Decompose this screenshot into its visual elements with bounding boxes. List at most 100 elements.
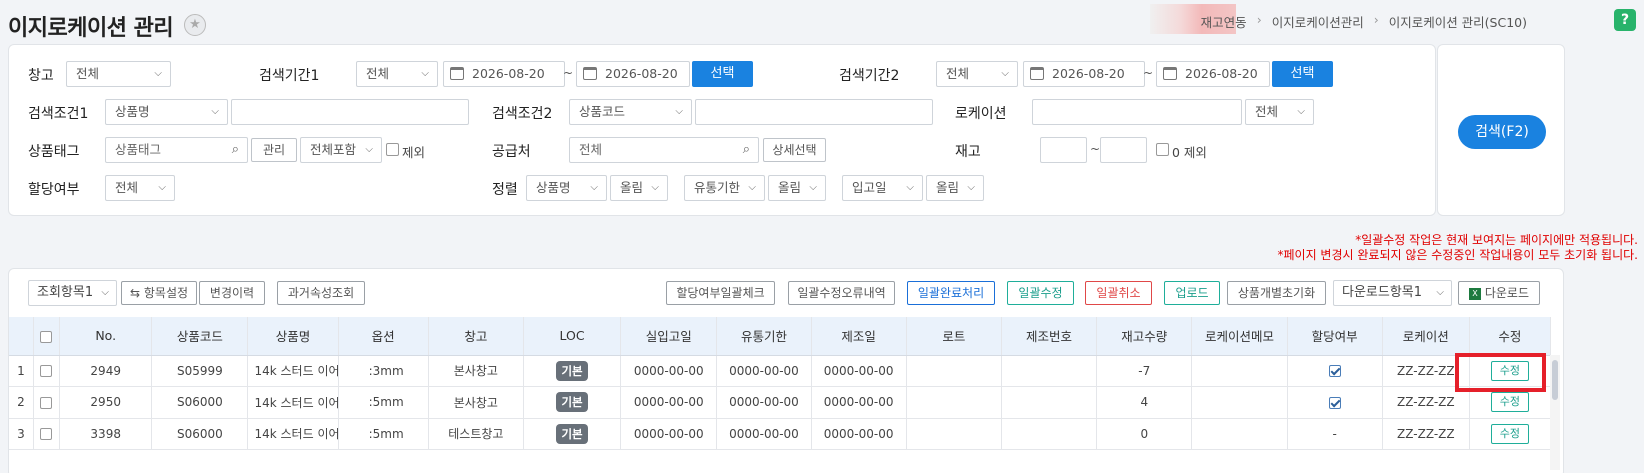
column-header[interactable]: 수정 [1469, 317, 1552, 356]
table-row[interactable]: 1 2949S0599914k 스터드 이어링:3mm본사창고 기본 0000-00-… [9, 355, 1552, 387]
chevron-down-icon: ⌵ [906, 182, 914, 193]
location-input[interactable] [1032, 99, 1242, 125]
bulk-cancel-button[interactable]: 일괄취소 [1085, 281, 1152, 305]
tag-input[interactable]: 상품태그 ⌕ [105, 137, 248, 163]
row-checkbox[interactable] [40, 396, 53, 409]
row-checkbox[interactable] [40, 365, 53, 378]
view-items-select[interactable]: 조회항목1 ⌵ [28, 280, 117, 306]
warehouse-label: 창고 [28, 68, 54, 84]
grid-scrollbar-thumb[interactable] [1552, 360, 1558, 400]
column-header[interactable]: 로케이션메모 [1191, 317, 1288, 356]
calendar-icon [583, 67, 597, 80]
location-label: 로케이션 [955, 106, 1007, 122]
breadcrumb-item[interactable]: 재고연동 [1201, 12, 1247, 31]
column-header[interactable]: LOC [523, 317, 622, 356]
bulk-edit-button[interactable]: 일괄수정 [1007, 281, 1074, 305]
edit-button[interactable]: 수정 [1490, 392, 1530, 413]
period1-from-date[interactable]: 2026-08-20 [443, 61, 565, 87]
table-header-row: No. 상품코드 상품명 옵션 창고 LOC 실입고일 유통기한 제조일 로트 … [9, 317, 1552, 356]
column-header[interactable]: 유통기한 [716, 317, 812, 356]
cell-mfg-date: 0000-00-00 [811, 386, 907, 419]
loc-badge: 기본 [556, 360, 588, 381]
sort3-field-select[interactable]: 입고일 ⌵ [842, 175, 923, 201]
period2-to-date[interactable]: 2026-08-20 [1156, 61, 1270, 87]
period1-type-select[interactable]: 전체 ⌵ [356, 61, 438, 87]
sort1-field-select[interactable]: 상품명 ⌵ [526, 175, 607, 201]
column-header[interactable]: 상품코드 [151, 317, 249, 356]
search-icon[interactable]: ⌕ [232, 138, 239, 162]
table-row[interactable]: 2 2950S0600014k 스터드 이어링:5mm본사창고 기본 0000-00-… [9, 386, 1552, 419]
bulk-error-button[interactable]: 일괄수정오류내역 [788, 281, 895, 305]
cond1-select[interactable]: 상품명 ⌵ [105, 99, 228, 125]
row-checkbox[interactable] [40, 428, 53, 441]
cond2-select[interactable]: 상품코드 ⌵ [569, 99, 692, 125]
download-items-select[interactable]: 다운로드항목1 ⌵ [1333, 280, 1452, 306]
column-header[interactable]: 상품명 [247, 317, 339, 356]
cell-no: 3398 [59, 418, 153, 450]
cell-alloc: - [1287, 418, 1383, 450]
stock-min-input[interactable] [1040, 137, 1087, 163]
cell-alloc [1287, 355, 1383, 387]
column-header[interactable]: 제조번호 [1001, 317, 1098, 356]
cond2-input[interactable] [695, 99, 933, 125]
search-button[interactable]: 검색(F2) [1458, 115, 1546, 149]
alloc-select[interactable]: 전체 ⌵ [105, 175, 175, 201]
column-header[interactable]: 창고 [428, 317, 524, 356]
search-icon[interactable]: ⌕ [743, 138, 750, 162]
column-header[interactable]: 실입고일 [620, 317, 718, 356]
cond1-input[interactable] [231, 99, 469, 125]
column-header[interactable]: No. [59, 317, 153, 356]
column-header[interactable]: 제조일 [811, 317, 907, 356]
column-header[interactable]: 로케이션 [1382, 317, 1470, 356]
sort1-dir-select[interactable]: 올림 ⌵ [610, 175, 668, 201]
breadcrumb-item[interactable]: 이지로케이션관리 [1272, 12, 1364, 31]
cell-lot [906, 386, 1002, 419]
change-history-button[interactable]: 변경이력 [199, 281, 265, 305]
edit-button[interactable]: 수정 [1490, 423, 1530, 444]
table-row[interactable]: 3 3398S0600014k 스터드 이어링:5mm테스트창고 기본 0000-00… [9, 418, 1552, 450]
sort2-field-select[interactable]: 유통기한 ⌵ [684, 175, 765, 201]
item-settings-button[interactable]: ⇆ 항목설정 [121, 281, 197, 305]
tag-manage-button[interactable]: 관리 [251, 138, 297, 162]
favorite-star-icon[interactable]: ★ [184, 14, 206, 36]
supplier-detail-button[interactable]: 상세선택 [763, 138, 826, 162]
tag-exclude-checkbox[interactable] [386, 143, 399, 156]
column-header[interactable]: 재고수량 [1096, 317, 1193, 356]
row-index: 1 [9, 355, 34, 387]
alloc-check-button[interactable]: 할당여부일괄체크 [666, 281, 775, 305]
warehouse-select[interactable]: 전체 ⌵ [66, 61, 171, 87]
column-header[interactable]: 로트 [906, 317, 1002, 356]
cell-product-code: S06000 [151, 386, 249, 419]
location-type-select[interactable]: 전체 ⌵ [1245, 99, 1314, 125]
stock-zero-checkbox[interactable] [1156, 143, 1169, 156]
reset-product-button[interactable]: 상품개별초기화 [1227, 281, 1326, 305]
supplier-label: 공급처 [492, 144, 531, 160]
chevron-down-icon: ⌵ [675, 106, 683, 117]
period1-label: 검색기간1 [259, 68, 320, 84]
cell-qty: -7 [1096, 355, 1193, 387]
download-button[interactable]: X 다운로드 [1458, 281, 1540, 305]
select-all-checkbox[interactable] [40, 330, 53, 343]
supplier-input[interactable]: 전체 ⌕ [569, 137, 759, 163]
alloc-checked-checkbox[interactable] [1328, 365, 1341, 378]
column-header[interactable]: 할당여부 [1287, 317, 1383, 356]
location-table: No. 상품코드 상품명 옵션 창고 LOC 실입고일 유통기한 제조일 로트 … [9, 317, 1552, 450]
tag-exclude-label: 제외 [402, 145, 426, 160]
period2-from-date[interactable]: 2026-08-20 [1023, 61, 1145, 87]
bulk-complete-button[interactable]: 일괄완료처리 [907, 281, 995, 305]
stock-max-input[interactable] [1100, 137, 1147, 163]
sort3-dir-select[interactable]: 올림 ⌵ [926, 175, 984, 201]
column-header[interactable]: 옵션 [338, 317, 429, 356]
tag-include-select[interactable]: 전체포함 ⌵ [300, 137, 382, 163]
help-button[interactable]: ? [1614, 9, 1636, 31]
period1-to-date[interactable]: 2026-08-20 [576, 61, 690, 87]
period1-select-button[interactable]: 선택 [692, 61, 753, 87]
sort2-dir-select[interactable]: 올림 ⌵ [768, 175, 826, 201]
upload-button[interactable]: 업로드 [1164, 281, 1220, 305]
alloc-checked-checkbox[interactable] [1328, 396, 1341, 409]
period2-type-select[interactable]: 전체 ⌵ [936, 61, 1018, 87]
past-attr-button[interactable]: 과거속성조회 [277, 281, 365, 305]
period2-select-button[interactable]: 선택 [1272, 61, 1333, 87]
chevron-down-icon: ⌵ [365, 144, 373, 155]
chevron-down-icon: ⌵ [154, 68, 162, 79]
